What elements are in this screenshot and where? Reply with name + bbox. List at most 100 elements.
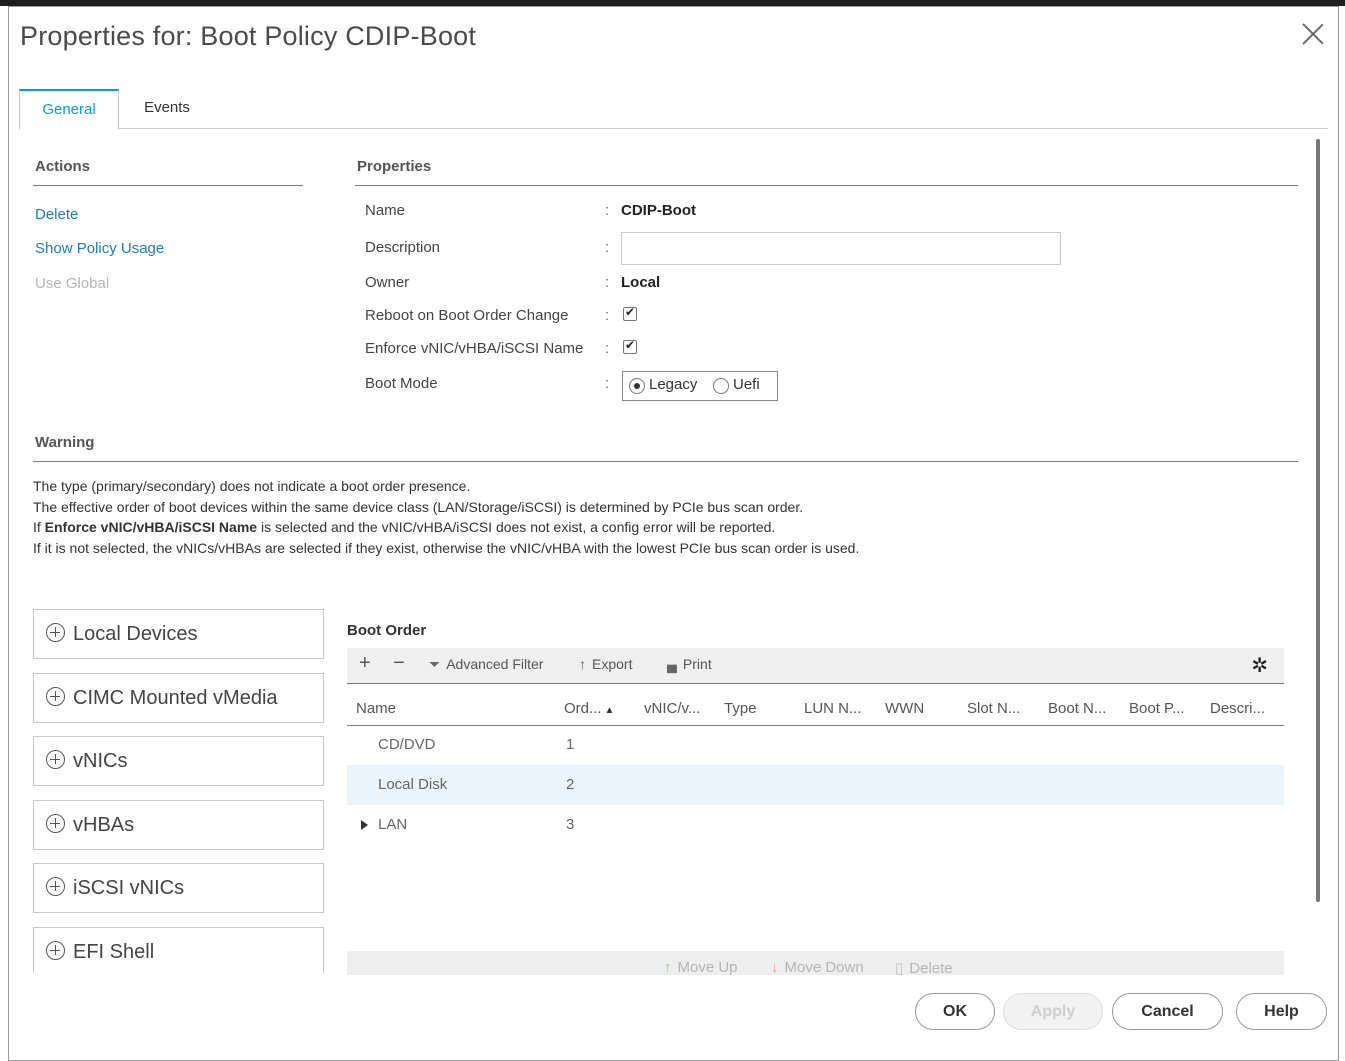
column-header-order-label: Ord... — [564, 700, 602, 717]
column-header-description[interactable]: Descri... — [1210, 700, 1265, 717]
trash-icon: ▯ — [895, 960, 904, 975]
iscsi-vnics-button[interactable]: iSCSI vNICs — [33, 863, 324, 913]
gear-icon[interactable]: ✲ — [1251, 653, 1268, 678]
move-up-label: Move Up — [677, 959, 738, 975]
actions-header: Actions — [35, 158, 91, 175]
properties-dialog: Properties for: Boot Policy CDIP-Boot Ge… — [8, 6, 1339, 1061]
table-row[interactable]: LAN 3 — [347, 805, 1284, 845]
properties-divider — [355, 185, 1298, 186]
advanced-filter-button[interactable]: ⏷ Advanced Filter — [429, 656, 543, 673]
properties-header: Properties — [357, 158, 432, 175]
boot-mode-label: Boot Mode — [365, 375, 438, 392]
show-policy-usage-link[interactable]: Show Policy Usage — [35, 240, 164, 257]
apply-button: Apply — [1003, 993, 1103, 1030]
move-up-button: ↑ Move Up — [664, 959, 738, 975]
export-label: Export — [592, 656, 633, 672]
column-header-boot-path[interactable]: Boot P... — [1129, 700, 1185, 717]
reboot-colon: : — [605, 307, 610, 324]
vhbas-label: vHBAs — [73, 814, 135, 836]
row-order: 2 — [566, 776, 575, 793]
row-name: LAN — [378, 816, 408, 833]
move-down-button: ↓ Move Down — [771, 959, 864, 975]
column-header-name[interactable]: Name — [356, 700, 396, 717]
arrow-down-icon: ↓ — [771, 959, 779, 975]
plus-circle-icon — [46, 941, 65, 960]
column-header-lun[interactable]: LUN N... — [804, 700, 862, 717]
close-icon[interactable] — [1300, 21, 1326, 47]
move-down-label: Move Down — [784, 959, 864, 975]
name-value: CDIP-Boot — [621, 202, 696, 219]
boot-order-title: Boot Order — [347, 622, 427, 639]
owner-value: Local — [621, 274, 661, 291]
column-header-vnic[interactable]: vNIC/v... — [644, 700, 700, 717]
expand-arrow-icon[interactable] — [361, 820, 368, 830]
name-label: Name — [365, 202, 406, 219]
tab-events[interactable]: Events — [131, 89, 203, 130]
delete-link[interactable]: Delete — [35, 206, 78, 223]
legacy-radio[interactable] — [629, 378, 645, 394]
vnics-label: vNICs — [73, 750, 128, 772]
uefi-radio-label[interactable]: Uefi — [733, 376, 760, 393]
tab-general[interactable]: General — [19, 89, 119, 130]
add-icon[interactable]: + — [359, 652, 371, 675]
help-button[interactable]: Help — [1236, 993, 1327, 1030]
warning-line-3-prefix: If — [33, 519, 45, 535]
warning-line-1: The type (primary/secondary) does not in… — [33, 478, 471, 494]
uefi-radio[interactable] — [713, 378, 729, 394]
efi-shell-label: EFI Shell — [73, 941, 155, 963]
print-label: Print — [682, 656, 712, 672]
column-header-order[interactable]: Ord... ▲ — [564, 700, 614, 717]
remove-icon[interactable]: − — [393, 652, 405, 675]
delete-row-label: Delete — [909, 960, 953, 975]
warning-line-3-bold: Enforce vNIC/vHBA/iSCSI Name — [44, 519, 258, 535]
arrow-up-icon: ↑ — [664, 959, 672, 975]
boot-order-header-row: Name Ord... ▲ vNIC/v... Type LUN N... WWN… — [347, 686, 1284, 726]
export-icon: ↑ — [579, 656, 586, 672]
owner-colon: : — [605, 274, 610, 291]
plus-circle-icon — [46, 623, 65, 642]
export-button[interactable]: ↑ Export — [579, 656, 632, 672]
row-order: 1 — [566, 736, 575, 753]
sort-ascending-icon: ▲ — [604, 705, 615, 716]
description-colon: : — [605, 239, 610, 256]
efi-shell-button[interactable]: EFI Shell — [33, 927, 324, 973]
column-header-type[interactable]: Type — [724, 700, 757, 717]
actions-divider — [33, 185, 303, 186]
enforce-label: Enforce vNIC/vHBA/iSCSI Name — [365, 340, 584, 357]
table-row[interactable]: Local Disk 2 — [347, 765, 1284, 805]
cancel-button[interactable]: Cancel — [1112, 993, 1223, 1030]
filter-icon: ⏷ — [429, 656, 441, 672]
legacy-radio-label[interactable]: Legacy — [649, 376, 697, 393]
vhbas-button[interactable]: vHBAs — [33, 800, 324, 850]
column-header-wwn[interactable]: WWN — [885, 700, 924, 717]
cimc-mounted-vmedia-label: CIMC Mounted vMedia — [73, 687, 278, 709]
table-row[interactable]: CD/DVD 1 — [347, 725, 1284, 765]
warning-line-3: If Enforce vNIC/vHBA/iSCSI Name is selec… — [33, 517, 859, 538]
advanced-filter-label: Advanced Filter — [446, 656, 544, 672]
column-header-slot[interactable]: Slot N... — [967, 700, 1020, 717]
warning-header: Warning — [35, 434, 95, 451]
print-button[interactable]: ▄ Print — [667, 656, 712, 672]
row-name: CD/DVD — [378, 736, 436, 753]
column-header-boot-name[interactable]: Boot N... — [1048, 700, 1106, 717]
plus-circle-icon — [46, 877, 65, 896]
plus-circle-icon — [46, 814, 65, 833]
owner-label: Owner — [365, 274, 410, 291]
delete-row-button: ▯ Delete — [895, 959, 953, 975]
ok-button[interactable]: OK — [915, 993, 995, 1030]
cimc-mounted-vmedia-button[interactable]: CIMC Mounted vMedia — [33, 673, 324, 723]
boot-mode-colon: : — [605, 375, 610, 392]
enforce-colon: : — [605, 340, 610, 357]
reboot-checkbox[interactable] — [623, 305, 637, 321]
description-input[interactable] — [621, 232, 1061, 265]
iscsi-vnics-label: iSCSI vNICs — [73, 877, 185, 899]
local-devices-button[interactable]: Local Devices — [33, 609, 324, 659]
warning-line-2: The effective order of boot devices with… — [33, 498, 804, 515]
vertical-scrollbar[interactable] — [1316, 139, 1320, 902]
enforce-checkbox[interactable] — [623, 338, 637, 354]
local-devices-label: Local Devices — [73, 623, 198, 645]
row-order: 3 — [566, 816, 575, 833]
vnics-button[interactable]: vNICs — [33, 736, 324, 786]
description-label: Description — [365, 239, 441, 256]
print-icon: ▄ — [667, 656, 677, 672]
